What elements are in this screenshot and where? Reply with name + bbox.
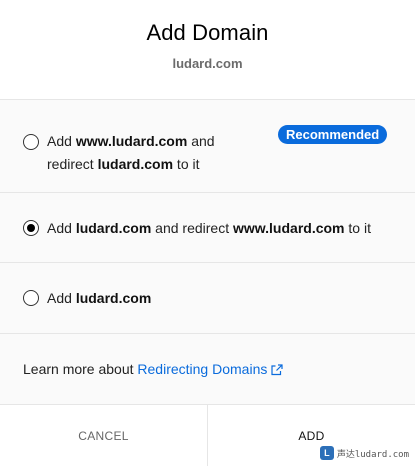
cancel-button[interactable]: CANCEL — [0, 405, 208, 466]
option-www-redirect-apex[interactable]: Add www.ludard.com and redirect ludard.c… — [0, 100, 415, 193]
radio-button[interactable] — [23, 134, 39, 150]
learn-more-row: Learn more about Redirecting Domains — [0, 334, 415, 405]
watermark-text: 声达ludard.com — [336, 449, 409, 460]
option-label: Add ludard.com and redirect www.ludard.c… — [47, 220, 371, 236]
option-apex-only[interactable]: Add ludard.com — [0, 263, 415, 334]
option-label: Add www.ludard.com and redirect ludard.c… — [47, 133, 215, 172]
recommended-badge: Recommended — [278, 125, 388, 144]
radio-button-selected[interactable] — [23, 220, 39, 236]
learn-more-text: Learn more about Redirecting Domains — [23, 361, 283, 379]
watermark: L 声达ludard.com — [319, 445, 409, 461]
option-apex-redirect-www[interactable]: Add ludard.com and redirect www.ludard.c… — [0, 193, 415, 263]
watermark-logo-icon: L — [319, 446, 334, 460]
domain-name: ludard.com — [172, 56, 243, 71]
external-link-icon[interactable] — [271, 363, 283, 379]
redirecting-domains-link[interactable]: Redirecting Domains — [137, 361, 283, 377]
dialog-header: Add Domain ludard.com — [0, 0, 415, 100]
radio-button[interactable] — [23, 290, 39, 306]
option-label: Add ludard.com — [47, 290, 152, 306]
dialog-title: Add Domain — [146, 20, 269, 45]
